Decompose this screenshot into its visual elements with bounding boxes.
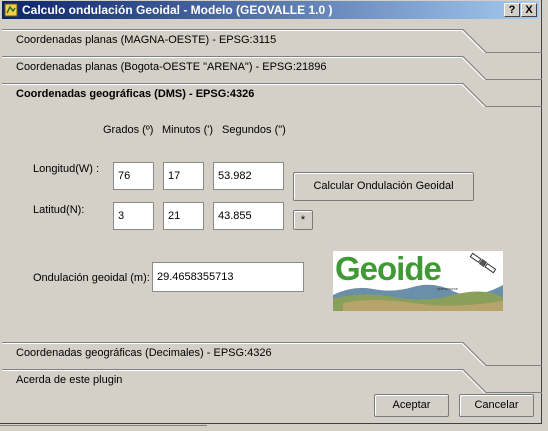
longitud-grados-input[interactable]: 76 (113, 162, 154, 190)
section-bogota-oeste[interactable]: Coordenadas planas (Bogota-OESTE "ARENA"… (2, 56, 542, 80)
background-window-edge (0, 425, 207, 431)
calcular-ondulacion-button[interactable]: Calcular Ondulación Geoidal (293, 172, 474, 201)
title-bar: Calculo ondulación Geoidal - Modelo (GEO… (2, 1, 539, 19)
section-bogota-label: Coordenadas planas (Bogota-OESTE "ARENA"… (16, 61, 327, 73)
section-decimales[interactable]: Coordenadas geográficas (Decimales) - EP… (2, 342, 542, 366)
qgis-app-icon (4, 3, 18, 17)
section-magna-oeste[interactable]: Coordenadas planas (MAGNA-OESTE) - EPSG:… (2, 29, 542, 53)
geoide-logo: Geoide opensource (333, 251, 503, 311)
section-decimales-label: Coordenadas geográficas (Decimales) - EP… (16, 347, 272, 359)
star-button[interactable]: * (293, 210, 313, 230)
plugin-dialog: Calculo ondulación Geoidal - Modelo (GEO… (0, 0, 542, 424)
section-dms[interactable]: Coordenadas geográficas (DMS) - EPSG:432… (2, 83, 542, 107)
window-title: Calculo ondulación Geoidal - Modelo (GEO… (22, 3, 333, 17)
longitud-label: Longitud(W) : (33, 163, 100, 175)
satellite-icon (469, 252, 497, 274)
latitud-label: Latitud(N): (33, 204, 85, 216)
latitud-grados-input[interactable]: 3 (113, 202, 154, 230)
longitud-minutos-input[interactable]: 17 (163, 162, 204, 190)
geoide-logo-text: Geoide (335, 251, 442, 287)
cancel-button[interactable]: Cancelar (459, 394, 534, 417)
section-dms-label: Coordenadas geográficas (DMS) - EPSG:432… (16, 88, 255, 100)
ondulacion-output[interactable]: 29.4658355713 (152, 262, 304, 292)
help-button[interactable]: ? (504, 3, 520, 17)
longitud-segundos-input[interactable]: 53.982 (213, 162, 284, 190)
close-button[interactable]: X (521, 3, 537, 17)
section-about[interactable]: Acerda de este plugin (2, 369, 542, 393)
column-header-grados: Grados (º) (103, 124, 154, 136)
latitud-minutos-input[interactable]: 21 (163, 202, 204, 230)
column-header-segundos: Segundos (") (222, 124, 286, 136)
ondulacion-label: Ondulación geoidal (m): (33, 272, 150, 284)
latitud-segundos-input[interactable]: 43.855 (213, 202, 284, 230)
geoide-logo-subtext: opensource (437, 286, 458, 291)
column-header-minutos: Minutos (') (162, 124, 213, 136)
section-magna-label: Coordenadas planas (MAGNA-OESTE) - EPSG:… (16, 34, 277, 46)
section-about-label: Acerda de este plugin (16, 374, 123, 386)
accept-button[interactable]: Aceptar (374, 394, 449, 417)
